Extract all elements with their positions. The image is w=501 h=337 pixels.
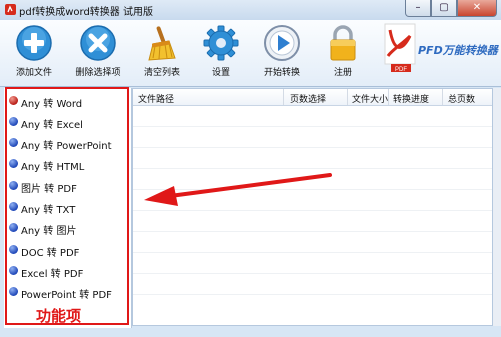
brand-logo: PDF PFD万能转换器 [380,22,498,84]
settings-button[interactable]: 设置 [189,24,253,78]
minimize-button[interactable]: – [405,0,431,17]
row-divider [133,273,492,274]
annotation-highlight-box [5,87,129,325]
start-convert-button[interactable]: 开始转换 [250,24,314,78]
x-circle-icon [80,25,116,61]
lock-icon [330,25,356,61]
annotation-arrow-icon [144,173,332,206]
app-window: pdf转换成word转换器 试用版 – ▢ ✕ 添加文件 删除选择项 清空列表 … [0,0,501,337]
brand-title: PFD万能转换器 [418,44,498,57]
maximize-button[interactable]: ▢ [431,0,457,17]
column-separator[interactable] [283,89,284,105]
row-divider [133,294,492,295]
table-header: 文件路径 页数选择 文件大小 转换进度 总页数 [133,89,492,106]
status-bar [0,328,501,337]
start-convert-label: 开始转换 [263,68,300,78]
register-label: 注册 [333,68,352,78]
annotation-caption: 功能项 [36,307,82,325]
remove-selected-button[interactable]: 删除选择项 [66,24,130,78]
register-button[interactable]: 注册 [311,24,375,78]
pdf-logo-icon: PDF [384,23,416,73]
column-header-file-size[interactable]: 文件大小 [352,92,388,105]
title-bar: pdf转换成word转换器 试用版 – ▢ ✕ [0,0,501,20]
row-divider [133,168,492,169]
add-file-button[interactable]: 添加文件 [2,24,66,78]
column-header-page-select[interactable]: 页数选择 [290,92,326,105]
right-scrollbar[interactable] [493,88,501,326]
column-separator[interactable] [347,89,348,105]
broom-icon [148,26,176,61]
play-circle-icon [264,25,300,61]
row-divider [133,147,492,148]
window-controls: – ▢ ✕ [405,0,497,18]
column-header-file-path[interactable]: 文件路径 [138,92,174,105]
column-separator[interactable] [388,89,389,105]
clear-list-button[interactable]: 清空列表 [130,24,194,78]
app-logo-icon [5,4,16,15]
row-divider [133,231,492,232]
window-title: pdf转换成word转换器 试用版 [19,7,153,18]
remove-selected-label: 删除选择项 [75,68,121,78]
add-file-label: 添加文件 [15,68,52,78]
svg-text:PDF: PDF [395,67,407,73]
gear-icon [203,25,239,61]
plus-circle-icon [16,25,52,61]
row-divider [133,126,492,127]
column-header-progress[interactable]: 转换进度 [393,92,429,105]
close-button[interactable]: ✕ [457,0,497,17]
column-separator[interactable] [442,89,443,105]
row-divider [133,252,492,253]
column-header-total-pages[interactable]: 总页数 [448,92,475,105]
clear-list-label: 清空列表 [143,68,180,78]
settings-label: 设置 [211,68,230,78]
